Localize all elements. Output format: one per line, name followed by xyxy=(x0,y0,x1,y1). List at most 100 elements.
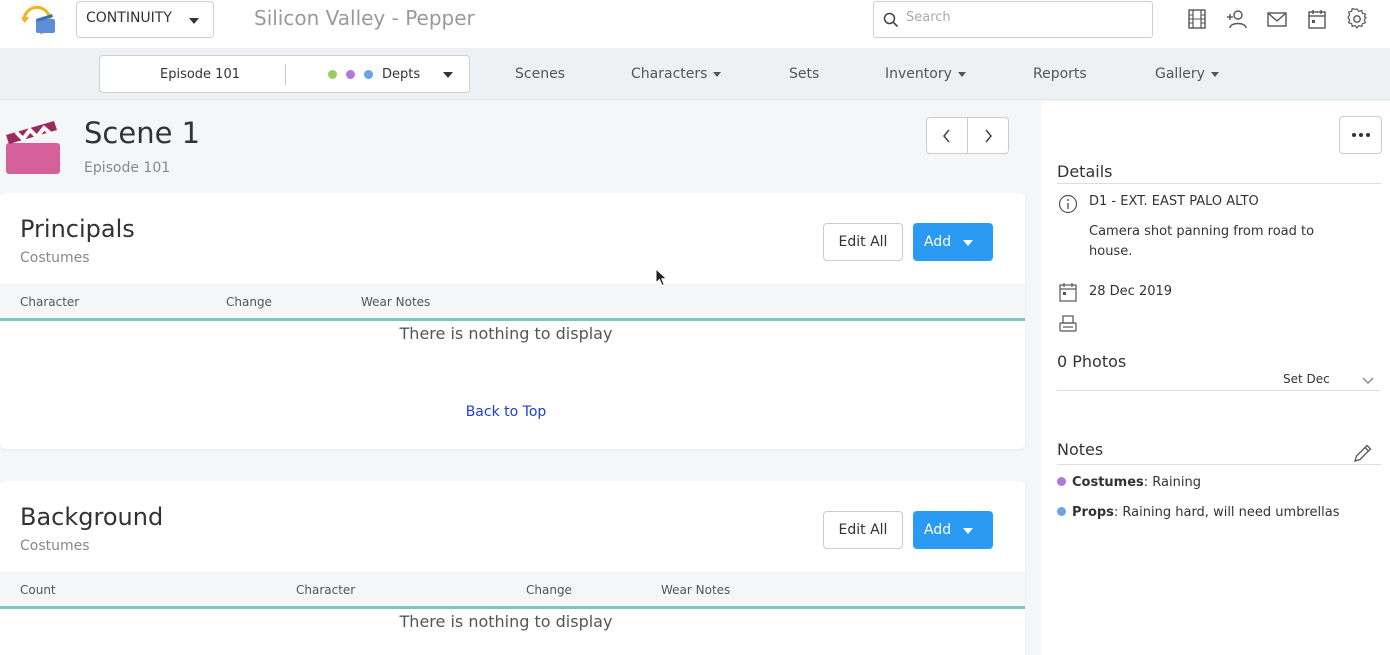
scene-subtitle: Episode 101 xyxy=(84,160,171,176)
more-dot xyxy=(1359,133,1363,137)
more-dot xyxy=(1366,133,1370,137)
dept-dot xyxy=(328,70,337,79)
note-item: Costumes: Raining xyxy=(1057,475,1201,490)
divider xyxy=(1057,464,1381,465)
chevron-down-icon xyxy=(1210,71,1219,77)
chevron-down-icon xyxy=(189,18,199,24)
scene-title: Scene 1 xyxy=(84,116,201,150)
mail-icon[interactable] xyxy=(1266,8,1288,30)
empty-state: There is nothing to display xyxy=(399,612,613,631)
settings-gear-icon[interactable] xyxy=(1346,8,1368,30)
column-header[interactable]: Count xyxy=(20,583,56,597)
card-subtitle: Costumes xyxy=(20,250,90,266)
chevron-down-icon[interactable] xyxy=(1361,376,1375,386)
depts-label: Depts xyxy=(382,67,421,82)
divider xyxy=(1057,183,1381,184)
column-header[interactable]: Wear Notes xyxy=(661,583,730,597)
mouse-cursor-icon xyxy=(655,268,668,287)
nav-label: Gallery xyxy=(1155,66,1205,82)
add-label: Add xyxy=(924,522,952,538)
scene-date: 28 Dec 2019 xyxy=(1089,284,1173,299)
table-header: Character Change Wear Notes xyxy=(0,283,1025,321)
episode-dept-selector[interactable]: Episode 101 Depts xyxy=(99,55,470,93)
episode-label: Episode 101 xyxy=(160,67,240,82)
nav-inventory[interactable]: Inventory xyxy=(885,66,966,82)
pencil-edit-icon[interactable] xyxy=(1352,442,1374,464)
more-dot xyxy=(1352,133,1356,137)
dept-dot xyxy=(364,70,373,79)
background-card: Background Costumes Edit All Add Count C… xyxy=(0,481,1025,655)
nav-gallery[interactable]: Gallery xyxy=(1155,66,1219,82)
card-title: Principals xyxy=(20,215,135,243)
note-text: : Raining hard, will need umbrellas xyxy=(1113,505,1340,520)
nav-label: Reports xyxy=(1033,66,1087,82)
search-input[interactable] xyxy=(906,10,1136,25)
app-module-select[interactable]: CONTINUITY xyxy=(76,1,214,38)
add-user-icon[interactable] xyxy=(1226,8,1248,30)
chevron-down-icon xyxy=(443,72,453,78)
nav-label: Inventory xyxy=(885,66,952,82)
chevron-down-icon xyxy=(963,240,973,246)
details-heading: Details xyxy=(1057,162,1113,181)
chevron-down-icon xyxy=(713,71,722,77)
column-header[interactable]: Character xyxy=(20,295,79,309)
printer-icon[interactable] xyxy=(1058,314,1078,334)
scene-set: D1 - EXT. EAST PALO ALTO xyxy=(1089,194,1259,209)
photos-filter-label: Set Dec xyxy=(1283,372,1330,386)
app-logo-icon[interactable] xyxy=(18,1,58,37)
nav-label: Scenes xyxy=(515,66,565,82)
details-sidebar: Details D1 - EXT. EAST PALO ALTO Camera … xyxy=(1041,101,1390,655)
nav-scenes[interactable]: Scenes xyxy=(515,66,565,82)
nav-characters[interactable]: Characters xyxy=(631,66,722,82)
divider xyxy=(285,64,286,85)
photos-heading: 0 Photos xyxy=(1057,352,1127,371)
add-button[interactable]: Add xyxy=(913,511,993,549)
card-subtitle: Costumes xyxy=(20,538,90,554)
top-header: CONTINUITY Silicon Valley - Pepper xyxy=(0,0,1390,48)
edit-all-button[interactable]: Edit All xyxy=(823,223,903,261)
divider xyxy=(1057,390,1381,391)
photos-filter-select[interactable]: Set Dec xyxy=(1283,372,1330,386)
dept-dot xyxy=(346,70,355,79)
scene-description: Camera shot panning from road to house. xyxy=(1089,224,1315,259)
note-item: Props: Raining hard, will need umbrellas xyxy=(1057,505,1339,520)
column-header[interactable]: Wear Notes xyxy=(361,295,430,309)
more-options-button[interactable] xyxy=(1339,116,1382,154)
chevron-down-icon xyxy=(963,528,973,534)
principals-card: Principals Costumes Edit All Add Charact… xyxy=(0,193,1025,449)
back-to-top-link[interactable]: Back to Top xyxy=(0,404,1012,420)
nav-sets[interactable]: Sets xyxy=(789,66,819,82)
prev-scene-button[interactable] xyxy=(927,118,968,153)
chevron-down-icon xyxy=(957,71,966,77)
nav-label: Characters xyxy=(631,66,708,82)
info-icon xyxy=(1058,194,1078,214)
note-dept: Costumes xyxy=(1072,475,1144,490)
next-scene-button[interactable] xyxy=(968,118,1009,153)
dept-dot xyxy=(1057,477,1066,486)
card-title: Background xyxy=(20,503,164,531)
nav-label: Sets xyxy=(789,66,820,82)
project-title: Silicon Valley - Pepper xyxy=(254,6,475,30)
calendar-icon[interactable] xyxy=(1306,8,1328,30)
note-text: : Raining xyxy=(1143,475,1201,490)
nav-reports[interactable]: Reports xyxy=(1033,66,1087,82)
column-header[interactable]: Change xyxy=(226,295,272,309)
secondary-nav: Episode 101 Depts Scenes Characters Sets… xyxy=(0,48,1390,100)
empty-state: There is nothing to display xyxy=(399,324,613,343)
dept-dot xyxy=(1057,507,1066,516)
notes-heading: Notes xyxy=(1057,440,1104,459)
note-dept: Props xyxy=(1072,505,1114,520)
column-header[interactable]: Character xyxy=(296,583,355,597)
clapperboard-icon xyxy=(6,121,60,174)
edit-all-button[interactable]: Edit All xyxy=(823,511,903,549)
chevron-right-icon xyxy=(985,129,992,143)
app-module-label: CONTINUITY xyxy=(86,10,172,26)
chevron-left-icon xyxy=(943,129,950,143)
column-header[interactable]: Change xyxy=(526,583,572,597)
search-icon xyxy=(883,12,899,28)
table-header: Count Character Change Wear Notes xyxy=(0,571,1025,609)
film-icon[interactable] xyxy=(1186,8,1208,30)
add-label: Add xyxy=(924,234,952,250)
search-box[interactable] xyxy=(873,1,1153,38)
add-button[interactable]: Add xyxy=(913,223,993,261)
